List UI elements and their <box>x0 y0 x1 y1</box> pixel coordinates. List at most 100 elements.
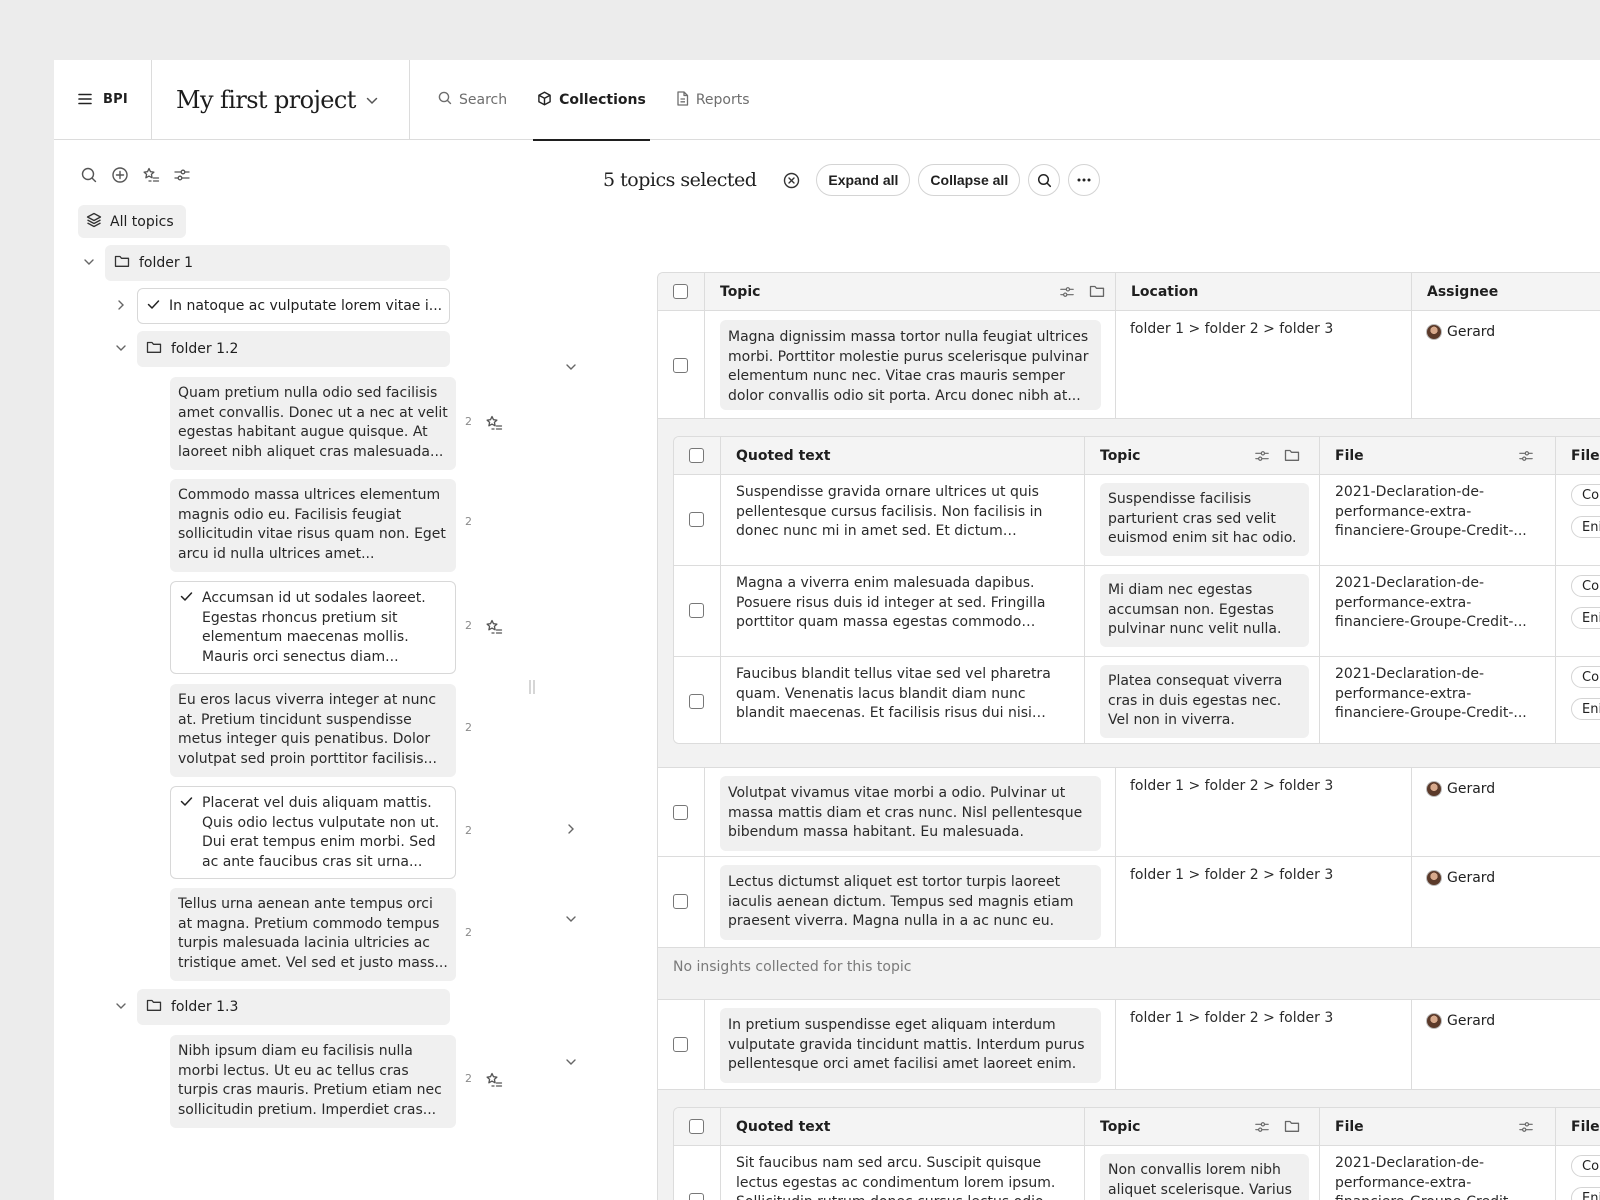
filter-sliders-icon[interactable] <box>173 166 191 188</box>
chevron-down-icon[interactable] <box>366 90 378 109</box>
assignee-cell[interactable]: Gerard <box>1426 1013 1495 1029</box>
search-button[interactable] <box>1028 164 1061 196</box>
file-tag[interactable]: Enim lec <box>1571 516 1600 538</box>
collapse-all-button[interactable]: Collapse all <box>918 164 1021 196</box>
insight-row[interactable]: Suspendisse gravida ornare ultrices ut q… <box>674 475 1600 566</box>
resize-handle-icon[interactable] <box>528 679 536 695</box>
insight-row[interactable]: Sit faucibus nam sed arcu. Suscipit quis… <box>674 1146 1600 1200</box>
tab-collections[interactable]: Collections <box>533 60 650 141</box>
table-row[interactable]: Magna dignissim massa tortor nulla feugi… <box>658 311 1600 419</box>
insight-row[interactable]: Magna a viverra enim malesuada dapibus. … <box>674 566 1600 657</box>
add-circle-icon[interactable] <box>111 166 129 188</box>
topic-text: In pretium suspendisse eget aliquam inte… <box>728 1017 1085 1072</box>
filter-sliders-icon[interactable] <box>1059 284 1075 300</box>
quoted-text-cell: Sit faucibus nam sed arcu. Suscipit quis… <box>736 1155 1056 1200</box>
file-tag[interactable]: Commo <box>1571 575 1600 597</box>
star-list-icon[interactable] <box>142 166 160 188</box>
column-file[interactable]: File <box>1319 437 1364 475</box>
file-cell[interactable]: 2021-Declaration-de-performance-extra-fi… <box>1335 483 1545 542</box>
filter-sliders-icon[interactable] <box>1254 1119 1270 1135</box>
assignee-name: Gerard <box>1447 870 1496 886</box>
row-checkbox[interactable] <box>673 358 688 373</box>
tab-search[interactable]: Search <box>434 60 511 140</box>
tab-reports[interactable]: Reports <box>672 60 754 140</box>
select-all-checkbox[interactable] <box>689 1119 704 1134</box>
column-quoted-text[interactable]: Quoted text <box>720 437 830 475</box>
row-checkbox[interactable] <box>673 805 688 820</box>
chevron-down-icon[interactable] <box>82 255 96 269</box>
chevron-right-icon[interactable] <box>114 298 128 312</box>
cube-icon <box>537 91 552 110</box>
row-checkbox[interactable] <box>689 694 704 709</box>
expand-all-button[interactable]: Expand all <box>816 164 911 196</box>
star-list-icon[interactable] <box>485 1071 503 1089</box>
file-tag[interactable]: Enim lec <box>1571 607 1600 629</box>
file-tag[interactable]: Enim lec <box>1571 698 1600 720</box>
folder-icon[interactable] <box>1089 284 1105 298</box>
column-file-tags[interactable]: File tags <box>1555 1108 1600 1146</box>
all-topics-button[interactable]: All topics <box>78 205 186 238</box>
column-location[interactable]: Location <box>1115 273 1415 311</box>
column-topic[interactable]: Topic <box>1084 437 1140 475</box>
file-cell[interactable]: 2021-Declaration-de-performance-extra-fi… <box>1335 665 1545 724</box>
chevron-down-icon[interactable] <box>114 341 128 355</box>
column-quoted-text[interactable]: Quoted text <box>720 1108 830 1146</box>
more-options-button[interactable] <box>1068 164 1101 196</box>
hamburger-menu-icon[interactable] <box>78 90 92 109</box>
topic-text: Volutpat vivamus vitae morbi a odio. Pul… <box>728 785 1083 840</box>
file-cell[interactable]: 2021-Declaration-de-performance-extra-fi… <box>1335 574 1545 633</box>
chevron-down-icon[interactable] <box>564 912 578 926</box>
folder-item[interactable]: folder 1 <box>105 245 450 281</box>
select-all-checkbox[interactable] <box>673 284 688 299</box>
topic-item[interactable]: In natoque ac vulputate lorem vitae i... <box>137 288 450 324</box>
insight-card[interactable]: Quam pretium nulla odio sed facilisis am… <box>170 377 456 470</box>
folder-item[interactable]: folder 1.2 <box>137 331 450 367</box>
folder-icon[interactable] <box>1284 448 1300 462</box>
file-tag[interactable]: Commo <box>1571 1155 1600 1177</box>
project-switcher[interactable]: My first project <box>152 60 410 139</box>
assignee-cell[interactable]: Gerard <box>1426 324 1495 340</box>
table-row[interactable]: Volutpat vivamus vitae morbi a odio. Pul… <box>658 767 1600 857</box>
chevron-down-icon[interactable] <box>564 360 578 374</box>
column-topic[interactable]: Topic <box>1084 1108 1140 1146</box>
row-checkbox[interactable] <box>673 894 688 909</box>
row-checkbox[interactable] <box>673 1037 688 1052</box>
chevron-down-icon[interactable] <box>114 999 128 1013</box>
insight-row[interactable]: Faucibus blandit tellus vitae sed vel ph… <box>674 657 1600 743</box>
clear-selection-icon[interactable] <box>782 171 800 189</box>
row-checkbox[interactable] <box>689 603 704 618</box>
insight-card[interactable]: Commodo massa ultrices elementum magnis … <box>170 479 456 572</box>
folder-item[interactable]: folder 1.3 <box>137 989 450 1025</box>
chevron-down-icon[interactable] <box>564 1055 578 1069</box>
filter-sliders-icon[interactable] <box>1254 448 1270 464</box>
filter-sliders-icon[interactable] <box>1518 448 1534 464</box>
column-topic[interactable]: Topic <box>704 273 1100 311</box>
table-row[interactable]: In pretium suspendisse eget aliquam inte… <box>658 999 1600 1090</box>
file-tag[interactable]: Commo <box>1571 666 1600 688</box>
table-header: Topic Location Assignee <box>658 273 1600 311</box>
select-all-checkbox[interactable] <box>689 448 704 463</box>
folder-icon[interactable] <box>1284 1119 1300 1133</box>
insight-card[interactable]: Nibh ipsum diam eu facilisis nulla morbi… <box>170 1035 456 1128</box>
assignee-cell[interactable]: Gerard <box>1426 870 1495 886</box>
file-tag[interactable]: Enim lec <box>1571 1187 1600 1200</box>
insight-card[interactable]: Eu eros lacus viverra integer at nunc at… <box>170 684 456 777</box>
row-checkbox[interactable] <box>689 1193 704 1200</box>
file-tag[interactable]: Commo <box>1571 484 1600 506</box>
insight-card-selected[interactable]: Placerat vel duis aliquam mattis. Quis o… <box>170 786 456 879</box>
insight-card[interactable]: Tellus urna aenean ante tempus orci at m… <box>170 888 456 981</box>
row-checkbox[interactable] <box>689 512 704 527</box>
chevron-right-icon[interactable] <box>564 822 578 836</box>
column-file[interactable]: File <box>1319 1108 1364 1146</box>
search-icon[interactable] <box>80 166 98 188</box>
table-row[interactable]: Lectus dictumst aliquet est tortor turpi… <box>658 857 1600 948</box>
insight-card-selected[interactable]: Accumsan id ut sodales laoreet. Egestas … <box>170 581 456 674</box>
file-cell[interactable]: 2021-Declaration-de-performance-extra-fi… <box>1335 1154 1545 1200</box>
column-assignee[interactable]: Assignee <box>1411 273 1600 311</box>
quoted-text-cell: Faucibus blandit tellus vitae sed vel ph… <box>736 666 1051 721</box>
column-file-tags[interactable]: File tags <box>1555 437 1600 475</box>
star-list-icon[interactable] <box>485 414 503 432</box>
star-list-icon[interactable] <box>485 618 503 636</box>
assignee-cell[interactable]: Gerard <box>1426 781 1495 797</box>
filter-sliders-icon[interactable] <box>1518 1119 1534 1135</box>
